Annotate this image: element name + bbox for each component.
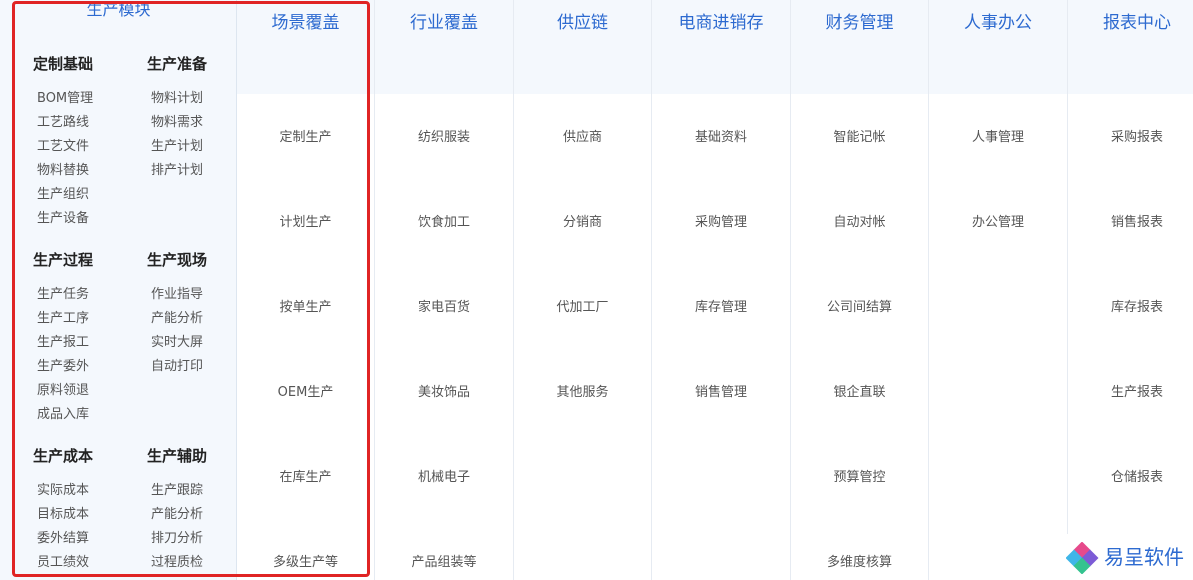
menu-item-process-doc[interactable]: 工艺文件 xyxy=(37,135,127,159)
column-item[interactable]: 供应商 xyxy=(514,129,651,147)
menu-item-capacity-analysis[interactable]: 产能分析 xyxy=(151,307,241,331)
brand-logo: 易呈软件 xyxy=(1060,534,1193,580)
menu-item-material-demand[interactable]: 物料需求 xyxy=(151,111,241,135)
column-finance: 财务管理 智能记帐 自动对帐 公司间结算 银企直联 预算管控 多维度核算 xyxy=(791,0,929,580)
column-item[interactable]: 库存管理 xyxy=(652,299,790,317)
column-supply-chain: 供应链 供应商 分销商 代加工厂 其他服务 xyxy=(514,0,652,580)
column-item[interactable]: 预算管控 xyxy=(791,469,928,487)
menu-item-production-plan[interactable]: 生产计划 xyxy=(151,135,241,159)
group-items-custom-basics: BOM管理 工艺路线 工艺文件 物料替换 生产组织 生产设备 xyxy=(37,87,127,231)
column-title-ecommerce[interactable]: 电商进销存 xyxy=(652,12,790,34)
menu-item-production-org[interactable]: 生产组织 xyxy=(37,183,127,207)
column-item[interactable]: 多级生产等 xyxy=(237,554,374,572)
menu-item-outsourcing[interactable]: 生产委外 xyxy=(37,355,127,379)
column-report-center: 报表中心 采购报表 销售报表 库存报表 生产报表 仓储报表 xyxy=(1068,0,1193,580)
column-item[interactable]: 销售管理 xyxy=(652,384,790,402)
column-title-industry[interactable]: 行业覆盖 xyxy=(375,12,513,34)
menu-item-scheduling-plan[interactable]: 排产计划 xyxy=(151,159,241,183)
group-title-shop-floor: 生产现场 xyxy=(147,251,208,269)
diamond-logo-icon xyxy=(1066,542,1099,574)
menu-item-bom[interactable]: BOM管理 xyxy=(37,87,127,111)
product-module-menu: 生产模块 定制基础 BOM管理 工艺路线 工艺文件 物料替换 生产组织 生产设备… xyxy=(0,0,1193,580)
column-item[interactable]: 美妆饰品 xyxy=(375,384,513,402)
column-title-hr[interactable]: 人事办公 xyxy=(929,12,1067,34)
column-item[interactable]: 仓储报表 xyxy=(1068,469,1193,487)
menu-item-production-tracking[interactable]: 生产跟踪 xyxy=(151,479,241,503)
menu-item-finished-goods-receipt[interactable]: 成品入库 xyxy=(37,403,127,427)
column-item[interactable]: 库存报表 xyxy=(1068,299,1193,317)
column-item[interactable]: 家电百货 xyxy=(375,299,513,317)
column-item[interactable]: 基础资料 xyxy=(652,129,790,147)
group-title-custom-basics: 定制基础 xyxy=(33,55,94,73)
production-module-title: 生产模块 xyxy=(86,0,151,19)
column-item[interactable]: 生产报表 xyxy=(1068,384,1193,402)
menu-item-employee-performance[interactable]: 员工绩效 xyxy=(37,551,127,575)
menu-item-production-operation[interactable]: 生产工序 xyxy=(37,307,127,331)
column-item[interactable]: 机械电子 xyxy=(375,469,513,487)
column-item[interactable]: 公司间结算 xyxy=(791,299,928,317)
column-item[interactable]: 采购管理 xyxy=(652,214,790,232)
group-title-production-cost: 生产成本 xyxy=(33,447,94,465)
column-item[interactable]: 产品组装等 xyxy=(375,554,513,572)
menu-item-material-issue-return[interactable]: 原料领退 xyxy=(37,379,127,403)
group-items-production-process: 生产任务 生产工序 生产报工 生产委外 原料领退 成品入库 xyxy=(37,283,127,427)
group-items-production-prep: 物料计划 物料需求 生产计划 排产计划 xyxy=(151,87,241,183)
column-item[interactable]: 在库生产 xyxy=(237,469,374,487)
column-item[interactable]: 银企直联 xyxy=(791,384,928,402)
menu-item-work-instruction[interactable]: 作业指导 xyxy=(151,283,241,307)
group-title-production-process: 生产过程 xyxy=(33,251,94,269)
column-item[interactable]: 自动对帐 xyxy=(791,214,928,232)
column-item[interactable]: 分销商 xyxy=(514,214,651,232)
menu-item-material-plan[interactable]: 物料计划 xyxy=(151,87,241,111)
menu-item-outsource-settlement[interactable]: 委外结算 xyxy=(37,527,127,551)
column-title-reports[interactable]: 报表中心 xyxy=(1068,12,1193,34)
column-item[interactable]: 定制生产 xyxy=(237,129,374,147)
menu-item-work-report[interactable]: 生产报工 xyxy=(37,331,127,355)
column-title-scenario[interactable]: 场景覆盖 xyxy=(237,12,374,34)
column-ecommerce-inventory: 电商进销存 基础资料 采购管理 库存管理 销售管理 xyxy=(652,0,791,580)
column-scenario-coverage: 场景覆盖 定制生产 计划生产 按单生产 OEM生产 在库生产 多级生产等 xyxy=(237,0,375,580)
column-item[interactable]: 办公管理 xyxy=(929,214,1067,232)
brand-logo-text: 易呈软件 xyxy=(1104,545,1184,569)
column-item[interactable]: 其他服务 xyxy=(514,384,651,402)
column-hr-office: 人事办公 人事管理 办公管理 xyxy=(929,0,1068,580)
column-title-finance[interactable]: 财务管理 xyxy=(791,12,928,34)
menu-item-auto-print[interactable]: 自动打印 xyxy=(151,355,241,379)
menu-item-tool-analysis[interactable]: 排刀分析 xyxy=(151,527,241,551)
column-item[interactable]: 按单生产 xyxy=(237,299,374,317)
menu-item-material-substitute[interactable]: 物料替换 xyxy=(37,159,127,183)
menu-item-production-equipment[interactable]: 生产设备 xyxy=(37,207,127,231)
column-item[interactable]: 智能记帐 xyxy=(791,129,928,147)
group-items-production-cost: 实际成本 目标成本 委外结算 员工绩效 xyxy=(37,479,127,575)
menu-item-target-cost[interactable]: 目标成本 xyxy=(37,503,127,527)
menu-item-capacity-analysis-2[interactable]: 产能分析 xyxy=(151,503,241,527)
column-industry-coverage: 行业覆盖 纺织服装 饮食加工 家电百货 美妆饰品 机械电子 产品组装等 xyxy=(375,0,514,580)
menu-item-production-task[interactable]: 生产任务 xyxy=(37,283,127,307)
column-item[interactable]: 纺织服装 xyxy=(375,129,513,147)
menu-item-routing[interactable]: 工艺路线 xyxy=(37,111,127,135)
menu-item-actual-cost[interactable]: 实际成本 xyxy=(37,479,127,503)
column-item[interactable]: OEM生产 xyxy=(237,384,374,402)
column-item[interactable]: 饮食加工 xyxy=(375,214,513,232)
column-item[interactable]: 采购报表 xyxy=(1068,129,1193,147)
group-items-shop-floor: 作业指导 产能分析 实时大屏 自动打印 xyxy=(151,283,241,379)
menu-item-realtime-screen[interactable]: 实时大屏 xyxy=(151,331,241,355)
menu-item-process-qc[interactable]: 过程质检 xyxy=(151,551,241,575)
column-item[interactable]: 计划生产 xyxy=(237,214,374,232)
column-item[interactable]: 多维度核算 xyxy=(791,554,928,572)
column-title-supply-chain[interactable]: 供应链 xyxy=(514,12,651,34)
column-item[interactable]: 代加工厂 xyxy=(514,299,651,317)
group-title-production-aux: 生产辅助 xyxy=(147,447,208,465)
group-items-production-aux: 生产跟踪 产能分析 排刀分析 过程质检 xyxy=(151,479,241,575)
production-module-panel: 生产模块 定制基础 BOM管理 工艺路线 工艺文件 物料替换 生产组织 生产设备… xyxy=(0,0,237,580)
column-item[interactable]: 人事管理 xyxy=(929,129,1067,147)
column-item[interactable]: 销售报表 xyxy=(1068,214,1193,232)
group-title-production-prep: 生产准备 xyxy=(147,55,208,73)
